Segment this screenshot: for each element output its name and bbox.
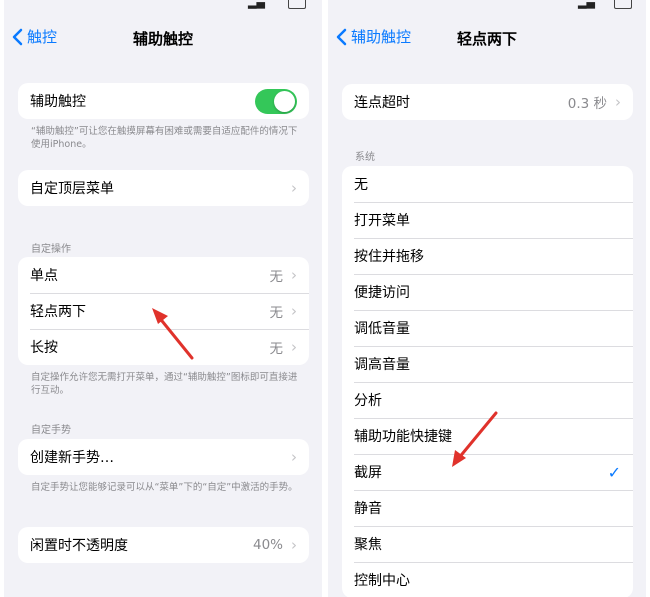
right-panel: ▂▄ 辅助触控 轻点两下 连点超时 0.3 秒 › 系统 无打开菜单 按住并拖移便…	[328, 0, 646, 597]
annotation-arrow-left	[152, 308, 194, 360]
annotation-arrow-right	[452, 411, 498, 467]
left-panel: ▂▄ 触控 辅助触控 辅助触控 “辅助触控”可让您在触摸屏幕有困难或需要自适应配…	[4, 0, 322, 597]
